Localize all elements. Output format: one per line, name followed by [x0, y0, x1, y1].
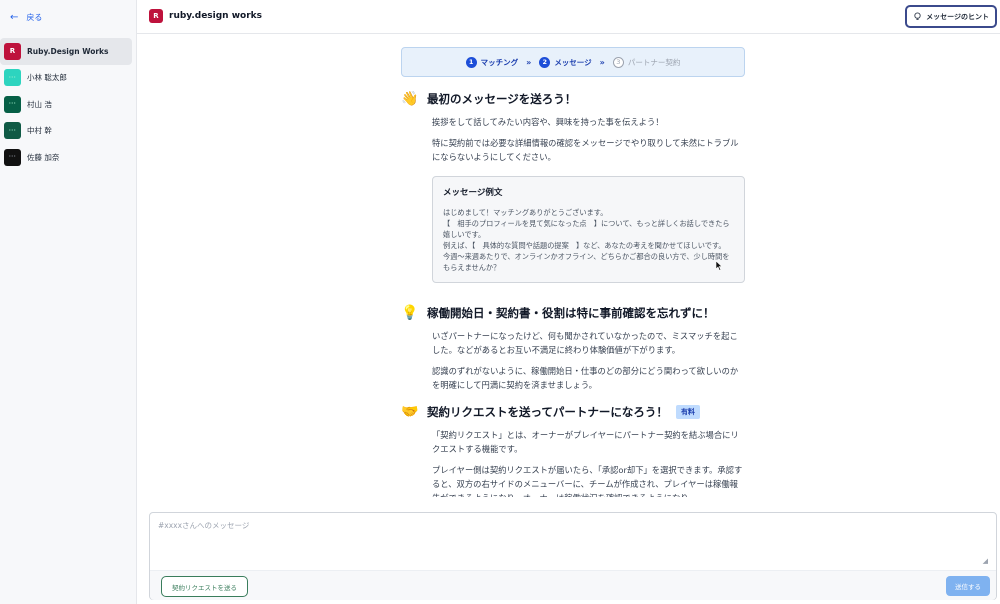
message-hint-button[interactable]: メッセージのヒント	[905, 5, 997, 28]
message-input[interactable]	[150, 513, 996, 569]
composer-toolbar: 契約リクエストを送る 送信する	[150, 570, 996, 600]
brand-name: ruby.design works	[169, 11, 262, 21]
avatar: ···	[4, 95, 21, 113]
resize-grip-icon[interactable]: ◢	[983, 557, 988, 565]
sidebar-item-label: 村山 浩	[27, 99, 52, 109]
avatar: R	[4, 42, 21, 60]
sidebar-item-nakamura[interactable]: ··· 中村 幹	[0, 118, 132, 145]
sidebar: ← 戻る R Ruby.Design Works ··· 小林 聡太郎 ··· …	[0, 0, 137, 604]
hint-content: 1 マッチング » 2 メッセージ » 3 パートナー契約 👋 最初のメッセージ…	[137, 35, 1000, 497]
section-text: 「契約リクエスト」とは、オーナーがプレイヤーにパートナー契約を結ぶ場合にリクエス…	[432, 430, 739, 454]
mouse-cursor-icon	[716, 261, 723, 271]
avatar: ···	[4, 69, 21, 87]
sidebar-item-sato[interactable]: ··· 佐藤 加奈	[0, 144, 132, 171]
step-partner-contract: 3 パートナー契約	[612, 56, 680, 68]
message-composer: ◢ 契約リクエストを送る 送信する	[149, 512, 997, 600]
sidebar-item-kobayashi[interactable]: ··· 小林 聡太郎	[0, 65, 132, 92]
brand: R ruby.design works	[149, 9, 262, 23]
sidebar-item-label: 佐藤 加奈	[27, 152, 60, 162]
lightbulb-icon	[914, 12, 921, 20]
step-message: 2 メッセージ	[539, 56, 592, 68]
sidebar-item-label: 小林 聡太郎	[27, 73, 67, 83]
example-title: メッセージ例文	[443, 188, 503, 198]
lightbulb-icon: 💡	[401, 305, 419, 321]
sidebar-item-murayama[interactable]: ··· 村山 浩	[0, 91, 132, 118]
paid-badge: 有料	[675, 405, 700, 419]
send-contract-request-button[interactable]: 契約リクエストを送る	[161, 576, 248, 597]
section-title: 🤝 契約リクエストを送ってパートナーになろう！ 有料	[401, 404, 746, 420]
send-button[interactable]: 送信する	[946, 576, 990, 596]
section-text: プレイヤー側は契約リクエストが届いたら、「承認or却下」を選択できます。承認する…	[432, 465, 743, 497]
section-contract: 🤝 契約リクエストを送ってパートナーになろう！ 有料 「契約リクエスト」とは、オ…	[401, 404, 746, 497]
section-title: 👋 最初のメッセージを送ろう！	[401, 91, 577, 107]
avatar: ···	[4, 122, 21, 140]
example-line: 例えば、【 具体的な質問や話題の提案 】など、あなたの考えを聞かせてほしいです。	[443, 241, 726, 250]
chevron-double-right-icon: »	[526, 57, 532, 67]
back-link[interactable]: ← 戻る	[10, 12, 42, 23]
avatar: ···	[4, 148, 21, 166]
conversation-list: R Ruby.Design Works ··· 小林 聡太郎 ··· 村山 浩 …	[0, 38, 137, 171]
example-line: はじめまして！マッチングありがとうございます。	[443, 208, 608, 217]
arrow-left-icon: ←	[10, 11, 19, 23]
example-line: 【 相手のプロフィールを見て気になった点 】について、もっと詳しくお話しできたら…	[443, 219, 730, 239]
brand-logo: R	[149, 9, 163, 23]
handshake-icon: 🤝	[401, 404, 419, 420]
section-text: 認識のずれがないように、稼働開始日・仕事のどの部分にどう関わって欲しいのかを明確…	[432, 366, 739, 390]
progress-steps: 1 マッチング » 2 メッセージ » 3 パートナー契約	[401, 47, 745, 77]
sidebar-item-ruby-design-works[interactable]: R Ruby.Design Works	[0, 38, 132, 65]
waving-hand-icon: 👋	[401, 91, 419, 107]
chevron-double-right-icon: »	[599, 57, 605, 67]
message-example-box: メッセージ例文 はじめまして！マッチングありがとうございます。 【 相手のプロフ…	[432, 176, 745, 283]
sidebar-item-label: Ruby.Design Works	[27, 46, 109, 56]
sidebar-item-label: 中村 幹	[27, 126, 52, 136]
section-first-message: 👋 最初のメッセージを送ろう！ 挨拶をして話してみたい内容や、興味を持った事を伝…	[401, 91, 746, 283]
back-label: 戻る	[26, 13, 43, 22]
section-text: 挨拶をして話してみたい内容や、興味を持った事を伝えよう！	[432, 117, 664, 127]
section-text: 特に契約前では必要な詳細情報の確認をメッセージでやり取りして未然にトラブルになら…	[432, 138, 739, 162]
section-title: 💡 稼働開始日・契約書・役割は特に事前確認を忘れずに！	[401, 305, 715, 321]
header: R ruby.design works メッセージのヒント	[137, 0, 1000, 34]
section-confirm: 💡 稼働開始日・契約書・役割は特に事前確認を忘れずに！ いざパートナーになったけ…	[401, 305, 746, 392]
example-line: 今週〜来週あたりで、オンラインかオフライン、どちらかご都合の良い方で、少し時間を…	[443, 252, 730, 272]
section-text: いざパートナーになったけど、何も聞かされていなかったので、ミスマッチを起こした。…	[432, 331, 738, 355]
hint-button-label: メッセージのヒント	[926, 12, 989, 21]
step-matching: 1 マッチング	[465, 56, 518, 68]
